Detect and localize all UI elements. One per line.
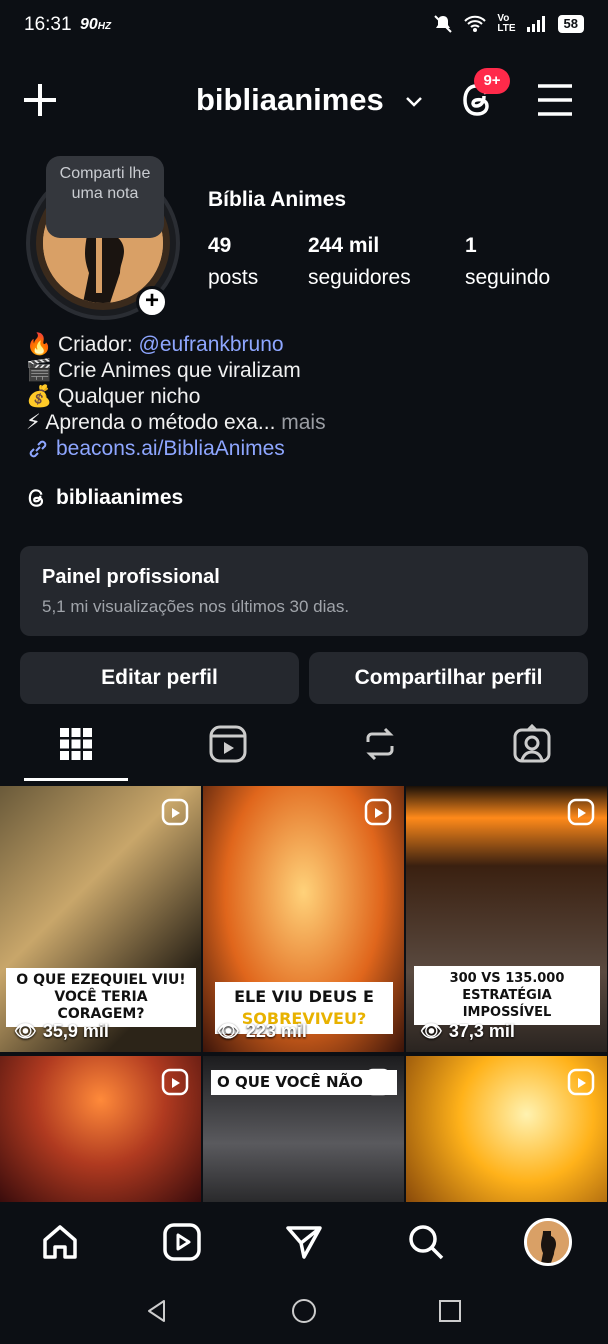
- reel-icon: [161, 798, 189, 826]
- reel-icon: [567, 798, 595, 826]
- home-circle-icon[interactable]: [291, 1298, 317, 1324]
- mute-icon: [434, 15, 453, 33]
- status-time: 16:31: [24, 14, 72, 35]
- panel-title: Painel profissional: [42, 566, 220, 588]
- posts-grid: O QUE EZEQUIEL VIU! VOCÊ TERIA CORAGEM? 👁…: [0, 786, 608, 1206]
- home-icon[interactable]: [40, 1222, 80, 1262]
- avatar-silhouette: [527, 1221, 569, 1263]
- refresh-rate: 90HZ: [80, 16, 112, 33]
- display-name: Bíblia Animes: [208, 188, 347, 211]
- link-icon: [29, 440, 47, 458]
- post-tile[interactable]: [0, 1056, 201, 1202]
- reels-tab-icon[interactable]: [208, 724, 248, 764]
- following-stat[interactable]: 1 seguindo: [465, 230, 550, 294]
- bio-line-creator: 🔥 Criador: @eufrankbruno: [26, 333, 284, 356]
- tagged-tab-icon[interactable]: [512, 724, 552, 764]
- view-count: 👁 37,3 mil: [420, 1021, 515, 1041]
- bio-line: 🎬 Crie Animes que viralizam: [26, 359, 301, 382]
- menu-icon[interactable]: [536, 82, 574, 118]
- threads-profile-link[interactable]: bibliaanimes: [26, 486, 183, 510]
- signal-icon: [526, 16, 545, 32]
- professional-dashboard[interactable]: Painel profissional 5,1 mi visualizações…: [20, 546, 588, 636]
- profile-tabs: [0, 716, 608, 782]
- reel-icon: [364, 798, 392, 826]
- post-tile[interactable]: [406, 1056, 607, 1202]
- bio-external-link[interactable]: beacons.ai/BibliaAnimes: [26, 436, 326, 462]
- post-tile[interactable]: O QUE VOCÊ NÃO: [203, 1056, 404, 1202]
- create-plus-icon[interactable]: [20, 80, 60, 120]
- post-tile[interactable]: O QUE EZEQUIEL VIU! VOCÊ TERIA CORAGEM? 👁…: [0, 786, 201, 1052]
- posts-stat[interactable]: 49 posts: [208, 230, 258, 294]
- status-bar: 16:31 90HZ Vo LTE 58: [0, 0, 608, 54]
- followers-stat[interactable]: 244 mil seguidores: [308, 230, 411, 294]
- chevron-down-icon[interactable]: [404, 92, 424, 112]
- share-profile-button[interactable]: Compartilhar perfil: [309, 652, 588, 704]
- threads-icon: [28, 489, 44, 507]
- wifi-icon: [464, 15, 487, 32]
- note-bubble[interactable]: Comparti lhe uma nota: [46, 156, 164, 238]
- bio: 🔥 Criador: @eufrankbruno 🎬 Crie Animes q…: [26, 332, 326, 462]
- post-tile[interactable]: ELE VIU DEUS E SOBREVIVEU? 👁 223 mil: [203, 786, 404, 1052]
- post-caption: 300 VS 135.000 ESTRATÉGIA IMPOSSÍVEL: [414, 966, 600, 1025]
- view-count: 👁 223 mil: [217, 1021, 307, 1041]
- battery-icon: 58: [557, 15, 584, 33]
- view-count: 👁 35,9 mil: [14, 1021, 109, 1041]
- status-icons: Vo LTE 58: [433, 14, 584, 34]
- account-switcher-username[interactable]: bibliaanimes: [196, 82, 384, 118]
- reel-icon: [161, 1068, 189, 1096]
- back-icon[interactable]: [144, 1298, 170, 1324]
- post-tile[interactable]: 300 VS 135.000 ESTRATÉGIA IMPOSSÍVEL 👁 37,…: [406, 786, 607, 1052]
- reels-icon[interactable]: [162, 1222, 202, 1262]
- add-story-icon[interactable]: +: [136, 286, 168, 318]
- profile-nav-avatar[interactable]: [524, 1218, 572, 1266]
- reposts-tab-icon[interactable]: [360, 724, 400, 764]
- bio-line: ⚡ Aprenda o método exa... mais: [26, 411, 326, 434]
- bio-more-link[interactable]: mais: [275, 411, 325, 434]
- bio-mention-link[interactable]: @eufrankbruno: [139, 333, 284, 356]
- active-tab-indicator: [24, 778, 128, 781]
- top-bar: bibliaanimes 9+: [0, 68, 608, 132]
- bottom-navigation: [0, 1206, 608, 1276]
- system-navigation-bar: [0, 1276, 608, 1344]
- reel-icon: [364, 1068, 392, 1096]
- search-icon[interactable]: [406, 1222, 446, 1262]
- recents-icon[interactable]: [437, 1298, 463, 1324]
- grid-tab-icon[interactable]: [56, 724, 96, 764]
- notification-badge: 9+: [474, 68, 510, 94]
- eye-icon: 👁: [14, 1021, 37, 1041]
- edit-profile-button[interactable]: Editar perfil: [20, 652, 299, 704]
- volte-icon: Vo LTE: [497, 13, 516, 34]
- panel-subtitle: 5,1 mi visualizações nos últimos 30 dias…: [42, 597, 350, 616]
- eye-icon: 👁: [217, 1021, 240, 1041]
- send-icon[interactable]: [284, 1222, 324, 1262]
- reel-icon: [567, 1068, 595, 1096]
- profile-avatar-area: Comparti lhe uma nota +: [26, 156, 182, 324]
- bio-line: 💰 Qualquer nicho: [26, 385, 201, 408]
- eye-icon: 👁: [420, 1021, 443, 1041]
- post-caption: O QUE EZEQUIEL VIU! VOCÊ TERIA CORAGEM?: [6, 968, 196, 1027]
